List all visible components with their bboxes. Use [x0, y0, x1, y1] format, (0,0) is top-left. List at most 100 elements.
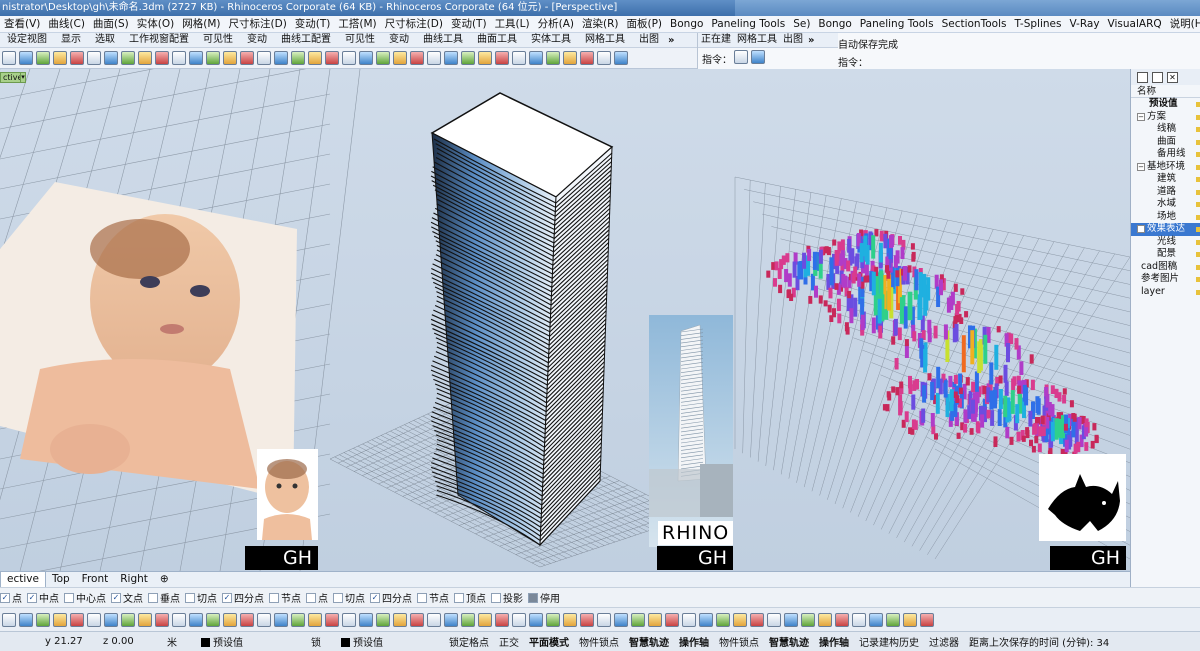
toolbar-icon[interactable]	[409, 51, 424, 65]
toolbar-icon[interactable]	[579, 51, 594, 65]
toolbar-icon[interactable]	[341, 51, 356, 65]
toolbar-tab[interactable]: 曲线工配置	[274, 33, 338, 47]
toolbar-icon[interactable]	[1, 612, 16, 627]
toolbar-icon[interactable]	[256, 612, 271, 627]
toolbar-tab[interactable]: 出图	[632, 33, 666, 47]
toolbar-icon[interactable]	[1, 51, 16, 65]
osnap-checkbox[interactable]	[148, 592, 158, 603]
osnap-checkbox[interactable]	[185, 592, 195, 603]
menu-item[interactable]: 曲面(S)	[89, 16, 133, 32]
layer-visibility-icon[interactable]	[1196, 239, 1200, 245]
layer-row[interactable]: − 基地环境	[1131, 161, 1200, 174]
toolbar-icon[interactable]	[120, 51, 135, 65]
toolbar-icon[interactable]	[545, 51, 560, 65]
status-toggle[interactable]: 智慧轨迹	[764, 634, 814, 649]
toolbar-icon[interactable]	[86, 51, 101, 65]
osnap-checkbox[interactable]	[306, 592, 316, 603]
toolbar-icon[interactable]	[154, 612, 169, 627]
status-layer-2[interactable]: 预设值	[336, 634, 444, 649]
status-toggle[interactable]: 物件锁点	[574, 634, 624, 649]
toolbar-icon[interactable]	[256, 51, 271, 65]
toolbar-icon[interactable]	[375, 51, 390, 65]
osnap-option[interactable]: 顶点	[454, 590, 486, 605]
layer-row[interactable]: − 方案	[1131, 111, 1200, 124]
layer-visibility-icon[interactable]	[1196, 127, 1200, 132]
delete-layer-icon[interactable]: ✕	[1167, 71, 1178, 83]
toolbar-icon[interactable]	[511, 51, 526, 65]
toolbar-icon[interactable]	[290, 51, 305, 65]
toolbar-icon[interactable]	[239, 51, 254, 65]
menu-item[interactable]: 面板(P)	[623, 16, 667, 32]
toolbar-icon[interactable]	[86, 612, 101, 627]
toolbar-icon[interactable]	[477, 51, 492, 65]
new-layer-icon[interactable]	[1137, 71, 1148, 83]
menu-item[interactable]: 渲染(R)	[578, 16, 623, 32]
toolbar-icon[interactable]	[851, 612, 866, 627]
toolbar-icon[interactable]	[800, 612, 815, 627]
layer-row[interactable]: 备用线	[1131, 148, 1200, 161]
osnap-checkbox[interactable]: ✓	[0, 592, 10, 603]
status-toggle[interactable]: 智慧轨迹	[624, 634, 674, 649]
viewport-tab[interactable]: Top	[46, 572, 76, 587]
menu-item[interactable]: 查看(V)	[0, 16, 44, 32]
menu-item[interactable]: Bongo	[666, 16, 707, 32]
layer-row[interactable]: 水域	[1131, 198, 1200, 211]
menu-item[interactable]: 网格(M)	[178, 16, 224, 32]
toolbar-icon[interactable]	[154, 51, 169, 65]
toolbar-icon[interactable]	[35, 51, 50, 65]
osnap-checkbox[interactable]: ✓	[370, 592, 380, 603]
menu-item[interactable]: 工具(L)	[491, 16, 534, 32]
osnap-option[interactable]: 停用	[528, 590, 560, 605]
toolbar-icon[interactable]	[69, 612, 84, 627]
toolbar-tab[interactable]: 变动	[240, 33, 274, 47]
layer-expand-toggle[interactable]: −	[1137, 112, 1145, 121]
toolbar-icon[interactable]	[358, 612, 373, 627]
toolbar-icon[interactable]	[868, 612, 883, 627]
toolbar-icon[interactable]	[630, 612, 645, 627]
toolbar-icon[interactable]	[596, 51, 611, 65]
toolbar-icon[interactable]	[188, 51, 203, 65]
osnap-checkbox[interactable]	[417, 592, 427, 603]
toolbar-icon[interactable]	[681, 612, 696, 627]
toolbar-icon[interactable]	[443, 51, 458, 65]
toolbar-icon[interactable]	[290, 612, 305, 627]
toolbar-icon[interactable]	[273, 51, 288, 65]
toolbar-tab[interactable]: 变动	[382, 33, 416, 47]
layer-row[interactable]: 建筑	[1131, 173, 1200, 186]
toolbar-icon[interactable]	[358, 51, 373, 65]
toolbar-icon[interactable]	[35, 612, 50, 627]
toolbar-icon[interactable]	[239, 612, 254, 627]
menu-item[interactable]: 尺寸标注(D)	[225, 16, 291, 32]
layer-row[interactable]: 道路	[1131, 186, 1200, 199]
toolbar-icon[interactable]	[103, 51, 118, 65]
toolbar-icon[interactable]	[834, 612, 849, 627]
toolbar-icon[interactable]	[732, 612, 747, 627]
toolbar-icon[interactable]	[733, 50, 748, 64]
toolbar-icon[interactable]	[494, 51, 509, 65]
help-icon[interactable]	[750, 50, 765, 64]
layer-visibility-icon[interactable]	[1196, 164, 1200, 170]
osnap-option[interactable]: 中心点	[64, 590, 106, 605]
layer-expand-toggle[interactable]: −	[1137, 225, 1145, 233]
layer-visibility-icon[interactable]	[1196, 189, 1200, 195]
layer-visibility-icon[interactable]	[1196, 264, 1200, 270]
layer-row[interactable]: 光线	[1131, 236, 1200, 249]
osnap-option[interactable]: ✓ 四分点	[222, 590, 264, 605]
osnap-option[interactable]: 节点	[417, 590, 449, 605]
toolbar-icon[interactable]	[528, 612, 543, 627]
layer-visibility-icon[interactable]	[1196, 227, 1200, 232]
toolbar-icon[interactable]	[392, 51, 407, 65]
menu-item[interactable]: Bongo	[814, 16, 855, 32]
layer-visibility-icon[interactable]	[1196, 102, 1200, 107]
osnap-checkbox[interactable]	[333, 592, 343, 603]
osnap-checkbox[interactable]	[454, 592, 464, 603]
toolbar-tab[interactable]: 显示	[54, 33, 88, 47]
toolbar-icon[interactable]	[273, 612, 288, 627]
toolbar-icon[interactable]	[18, 612, 33, 627]
menu-item[interactable]: Paneling Tools	[856, 16, 938, 32]
toolbar-icon[interactable]	[443, 612, 458, 627]
menu-item[interactable]: 尺寸标注(D)	[381, 16, 447, 32]
layer-row[interactable]: 曲面	[1131, 136, 1200, 149]
menu-item[interactable]: 变动(T)	[447, 16, 491, 32]
toolbar-icon[interactable]	[103, 612, 118, 627]
